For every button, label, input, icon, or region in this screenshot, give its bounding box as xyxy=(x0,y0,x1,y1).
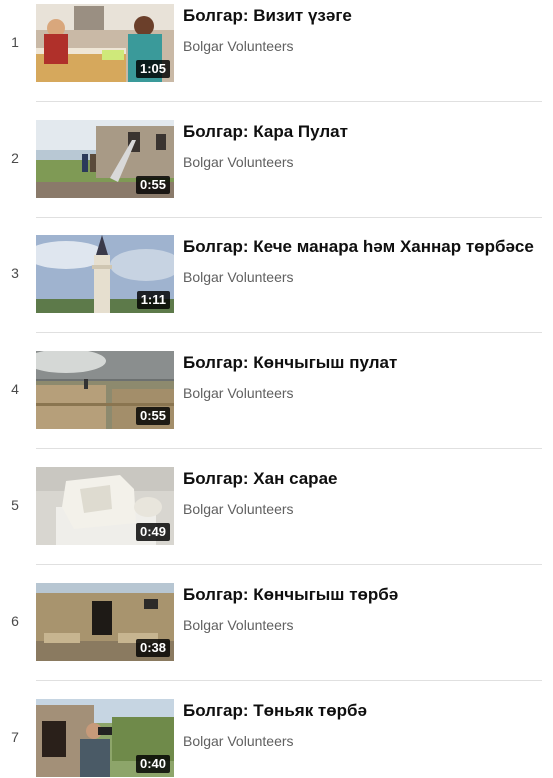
video-title[interactable]: Болгар: Көнчыгыш төрбә xyxy=(183,585,398,605)
playlist-item[interactable]: 5 0:49 Болгар: Хан сарае Bolgar Voluntee… xyxy=(0,465,553,545)
video-duration: 0:55 xyxy=(135,407,170,425)
divider xyxy=(36,332,542,333)
video-duration: 1:11 xyxy=(136,291,170,309)
video-title[interactable]: Болгар: Кече манара һәм Ханнар төрбәсе xyxy=(183,237,534,257)
channel-name[interactable]: Bolgar Volunteers xyxy=(183,269,294,285)
item-index: 3 xyxy=(11,265,19,281)
item-index: 5 xyxy=(11,497,19,513)
video-title[interactable]: Болгар: Көнчыгыш пулат xyxy=(183,353,397,373)
video-duration: 0:55 xyxy=(135,176,170,194)
video-thumbnail[interactable]: 0:38 xyxy=(36,583,174,661)
item-index: 6 xyxy=(11,613,19,629)
channel-name[interactable]: Bolgar Volunteers xyxy=(183,38,294,54)
channel-name[interactable]: Bolgar Volunteers xyxy=(183,154,294,170)
divider xyxy=(36,217,542,218)
channel-name[interactable]: Bolgar Volunteers xyxy=(183,733,294,749)
video-thumbnail[interactable]: 0:49 xyxy=(36,467,174,545)
video-title[interactable]: Болгар: Төньяк төрбә xyxy=(183,701,367,721)
video-thumbnail[interactable]: 0:55 xyxy=(36,351,174,429)
item-index: 4 xyxy=(11,381,19,397)
playlist-item[interactable]: 2 0:55 Болгар: Кара Пулат Bolgar Volunte… xyxy=(0,118,553,198)
video-thumbnail[interactable]: 0:40 xyxy=(36,699,174,777)
item-index: 1 xyxy=(11,34,19,50)
divider xyxy=(36,680,542,681)
channel-name[interactable]: Bolgar Volunteers xyxy=(183,617,294,633)
channel-name[interactable]: Bolgar Volunteers xyxy=(183,385,294,401)
divider xyxy=(36,564,542,565)
playlist-item[interactable]: 7 0:40 Болгар: Төньяк төрбә Bolgar Volun… xyxy=(0,697,553,777)
divider xyxy=(36,101,542,102)
video-duration: 0:49 xyxy=(135,523,170,541)
video-duration: 1:05 xyxy=(135,60,170,78)
playlist-item[interactable]: 6 0:38 Болгар: Көнчыгыш төрбә Bolgar Vol… xyxy=(0,581,553,661)
video-thumbnail[interactable]: 1:05 xyxy=(36,4,174,82)
video-title[interactable]: Болгар: Визит үзәге xyxy=(183,6,352,26)
playlist-item[interactable]: 3 1:11 Болгар: Кече манара һәм Ханнар тө… xyxy=(0,233,553,313)
video-duration: 0:40 xyxy=(135,755,170,773)
playlist: 1 1:05 Болгар: Визит үзәге Bolgar Volunt… xyxy=(0,0,553,778)
divider xyxy=(36,448,542,449)
video-title[interactable]: Болгар: Кара Пулат xyxy=(183,122,348,142)
playlist-item[interactable]: 1 1:05 Болгар: Визит үзәге Bolgar Volunt… xyxy=(0,2,553,82)
item-index: 7 xyxy=(11,729,19,745)
video-duration: 0:38 xyxy=(135,639,170,657)
video-thumbnail[interactable]: 0:55 xyxy=(36,120,174,198)
video-thumbnail[interactable]: 1:11 xyxy=(36,235,174,313)
item-index: 2 xyxy=(11,150,19,166)
channel-name[interactable]: Bolgar Volunteers xyxy=(183,501,294,517)
playlist-item[interactable]: 4 0:55 Болгар: Көнчыгыш пулат Bolgar Vol… xyxy=(0,349,553,429)
video-title[interactable]: Болгар: Хан сарае xyxy=(183,469,337,489)
